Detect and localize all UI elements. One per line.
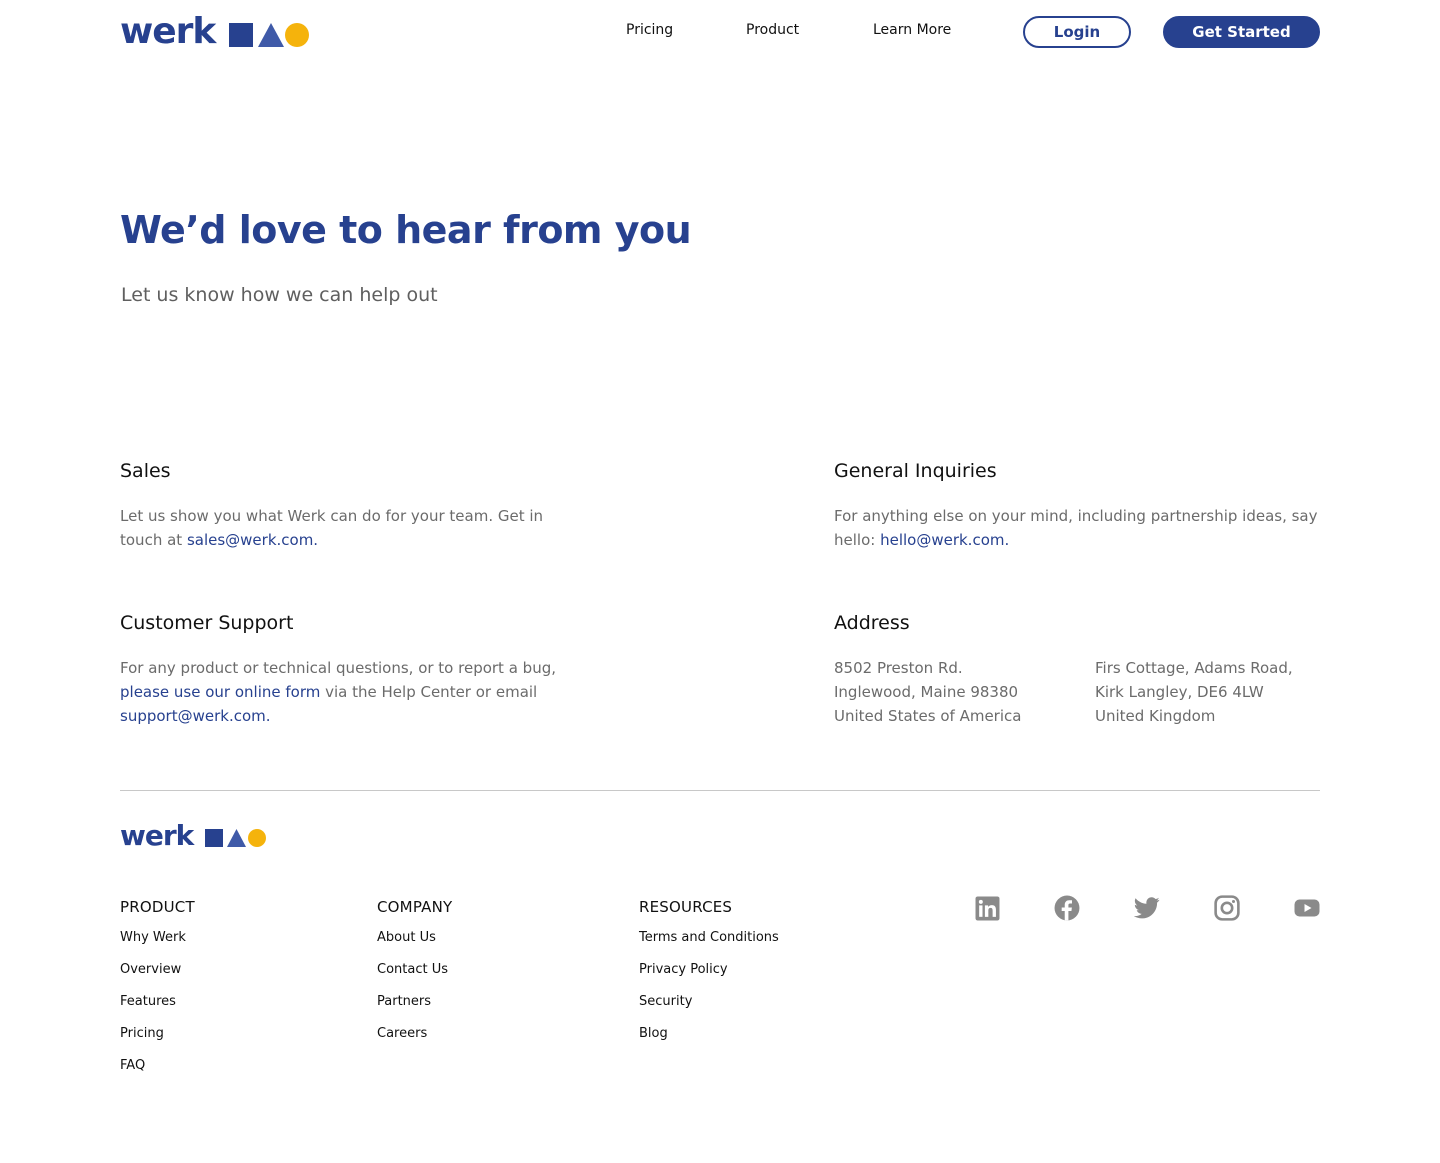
footer-logo[interactable]: werk [120,820,267,852]
logo-shapes [229,22,311,48]
footer-link-terms[interactable]: Terms and Conditions [639,930,779,945]
uk-address-line: Firs Cottage, Adams Road, [1095,659,1293,677]
sales-title: Sales [120,460,171,482]
customer-support-title: Customer Support [120,612,294,634]
support-text-middle: via the Help Center or email [320,683,538,701]
support-text-body: For any product or technical questions, … [120,659,556,677]
get-started-button[interactable]: Get Started [1163,16,1320,48]
footer-link-features[interactable]: Features [120,994,176,1009]
footer-link-partners[interactable]: Partners [377,994,431,1009]
footer-column-product: PRODUCT Why Werk Overview Features Prici… [120,898,195,1090]
us-address-line: 8502 Preston Rd. [834,659,963,677]
footer-divider [120,790,1320,791]
nav-learn-more[interactable]: Learn More [873,22,951,38]
customer-support-section: Customer Support For any product or tech… [120,612,600,728]
triangle-icon [227,829,247,847]
address-section: Address [834,612,910,634]
footer-column-resources: RESOURCES Terms and Conditions Privacy P… [639,898,779,1058]
footer-link-pricing[interactable]: Pricing [120,1026,164,1041]
footer-column-company: COMPANY About Us Contact Us Partners Car… [377,898,452,1058]
support-email-link[interactable]: support@werk.com. [120,707,271,725]
square-icon [229,23,254,47]
circle-icon [248,829,267,847]
us-address: 8502 Preston Rd. Inglewood, Maine 98380 … [834,656,1021,728]
address-title: Address [834,612,910,634]
footer-link-security[interactable]: Security [639,994,692,1009]
circle-icon [285,23,310,47]
uk-address: Firs Cottage, Adams Road, Kirk Langley, … [1095,656,1293,728]
twitter-icon[interactable] [1134,895,1160,921]
uk-address-line: Kirk Langley, DE6 4LW [1095,683,1264,701]
logo-wordmark: werk [120,11,216,52]
footer-link-contact-us[interactable]: Contact Us [377,962,448,977]
footer-link-faq[interactable]: FAQ [120,1058,145,1073]
general-inquiries-text: For anything else on your mind, includin… [834,504,1320,552]
page-subtitle: Let us know how we can help out [121,284,438,306]
footer-link-why-werk[interactable]: Why Werk [120,930,186,945]
sales-text: Let us show you what Werk can do for you… [120,504,590,552]
footer-link-blog[interactable]: Blog [639,1026,668,1041]
nav-pricing[interactable]: Pricing [626,22,673,38]
online-form-link[interactable]: please use our online form [120,683,320,701]
linkedin-icon[interactable] [974,895,1000,921]
page-title: We’d love to hear from you [120,208,692,252]
footer-link-about-us[interactable]: About Us [377,930,436,945]
header-logo[interactable]: werk [120,12,311,52]
general-inquiries-section: General Inquiries For anything else on y… [834,460,1320,552]
logo-shapes [205,828,267,848]
footer-link-privacy[interactable]: Privacy Policy [639,962,728,977]
sales-text-body: Let us show you what Werk can do for you… [120,507,544,549]
footer-column-title: COMPANY [377,898,453,916]
us-address-line: United States of America [834,707,1022,725]
triangle-icon [258,23,285,47]
youtube-icon[interactable] [1294,895,1320,921]
general-inquiries-title: General Inquiries [834,460,997,482]
us-address-line: Inglewood, Maine 98380 [834,683,1019,701]
instagram-icon[interactable] [1214,895,1240,921]
facebook-icon[interactable] [1054,895,1080,921]
footer-column-title: RESOURCES [639,898,733,916]
site-header: werk Pricing Product Learn More Login Ge… [0,0,1440,64]
uk-address-line: United Kingdom [1095,707,1216,725]
sales-section: Sales Let us show you what Werk can do f… [120,460,590,552]
footer-link-careers[interactable]: Careers [377,1026,427,1041]
nav-product[interactable]: Product [746,22,799,38]
customer-support-text: For any product or technical questions, … [120,656,600,728]
login-button[interactable]: Login [1023,16,1131,48]
footer-link-overview[interactable]: Overview [120,962,181,977]
hello-email-link[interactable]: hello@werk.com. [880,531,1009,549]
logo-wordmark: werk [120,819,194,852]
footer-column-title: PRODUCT [120,898,195,916]
sales-email-link[interactable]: sales@werk.com. [187,531,318,549]
square-icon [205,829,224,847]
